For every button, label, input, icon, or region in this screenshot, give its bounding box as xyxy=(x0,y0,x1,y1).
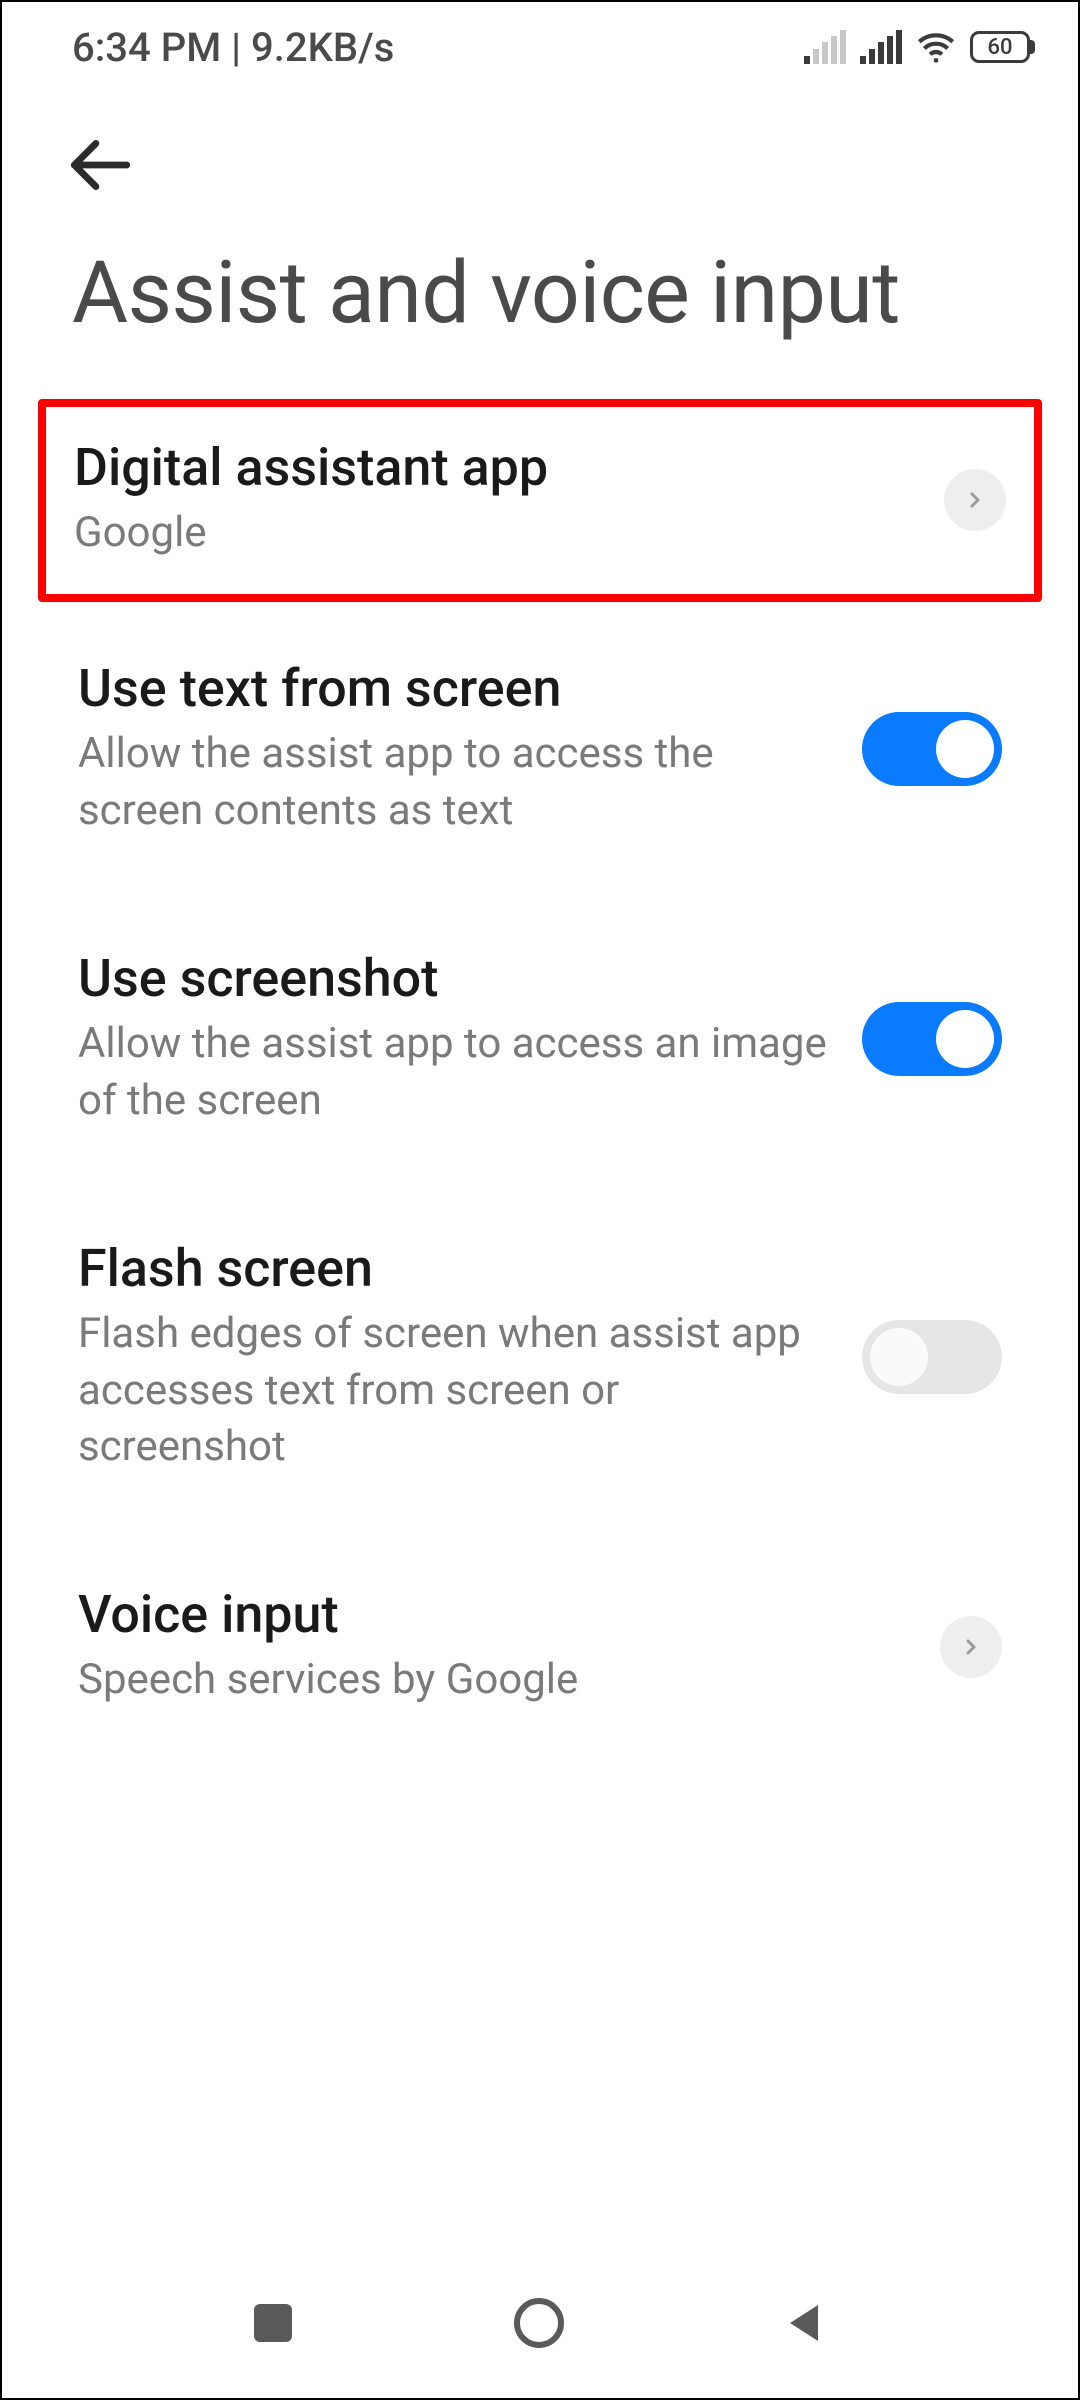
system-nav-bar xyxy=(2,2268,1078,2398)
triangle-left-icon xyxy=(782,2299,830,2347)
chevron-right-icon xyxy=(940,1616,1002,1678)
setting-subtitle: Flash edges of screen when assist app ac… xyxy=(78,1306,834,1476)
battery-icon: 60 xyxy=(970,31,1030,63)
status-time: 6:34 PM xyxy=(72,24,221,71)
status-separator: | xyxy=(231,24,251,71)
nav-back-button[interactable] xyxy=(782,2299,830,2347)
setting-subtitle: Allow the assist app to access an image … xyxy=(78,1016,834,1129)
status-right: 60 xyxy=(804,27,1030,67)
setting-use-screenshot[interactable]: Use screenshot Allow the assist app to a… xyxy=(42,910,1038,1170)
setting-digital-assistant-app[interactable]: Digital assistant app Google xyxy=(38,399,1042,602)
toggle-flash-screen[interactable] xyxy=(862,1320,1002,1394)
setting-subtitle: Speech services by Google xyxy=(78,1652,912,1709)
status-bar: 6:34 PM | 9.2KB/s 60 xyxy=(2,2,1078,92)
setting-title: Digital assistant app xyxy=(74,437,916,499)
page-title: Assist and voice input xyxy=(2,242,1078,403)
setting-use-text-from-screen[interactable]: Use text from screen Allow the assist ap… xyxy=(42,620,1038,880)
signal-sim2-icon xyxy=(860,30,902,64)
toggle-thumb xyxy=(936,720,994,778)
nav-home-button[interactable] xyxy=(511,2295,567,2351)
toggle-use-screenshot[interactable] xyxy=(862,1002,1002,1076)
setting-flash-screen[interactable]: Flash screen Flash edges of screen when … xyxy=(42,1200,1038,1516)
setting-subtitle: Google xyxy=(74,505,916,562)
toolbar xyxy=(2,92,1078,242)
back-button[interactable] xyxy=(62,128,136,206)
status-net-speed: 9.2KB/s xyxy=(251,24,394,71)
wifi-icon xyxy=(916,27,956,67)
setting-subtitle: Allow the assist app to access the scree… xyxy=(78,726,834,839)
setting-title: Voice input xyxy=(78,1584,912,1646)
toggle-use-text[interactable] xyxy=(862,712,1002,786)
nav-recents-button[interactable] xyxy=(250,2300,296,2346)
setting-title: Use text from screen xyxy=(78,658,834,720)
signal-sim1-icon xyxy=(804,30,846,64)
toggle-thumb xyxy=(870,1328,928,1386)
chevron-right-icon xyxy=(944,469,1006,531)
settings-list: Digital assistant app Google Use text fr… xyxy=(2,399,1078,1749)
setting-title: Use screenshot xyxy=(78,948,834,1010)
circle-icon xyxy=(511,2295,567,2351)
setting-voice-input[interactable]: Voice input Speech services by Google xyxy=(42,1546,1038,1749)
setting-title: Flash screen xyxy=(78,1238,834,1300)
toggle-thumb xyxy=(936,1010,994,1068)
battery-percent: 60 xyxy=(987,35,1012,60)
arrow-left-icon xyxy=(62,187,136,206)
square-icon xyxy=(250,2300,296,2346)
status-left: 6:34 PM | 9.2KB/s xyxy=(72,24,394,71)
